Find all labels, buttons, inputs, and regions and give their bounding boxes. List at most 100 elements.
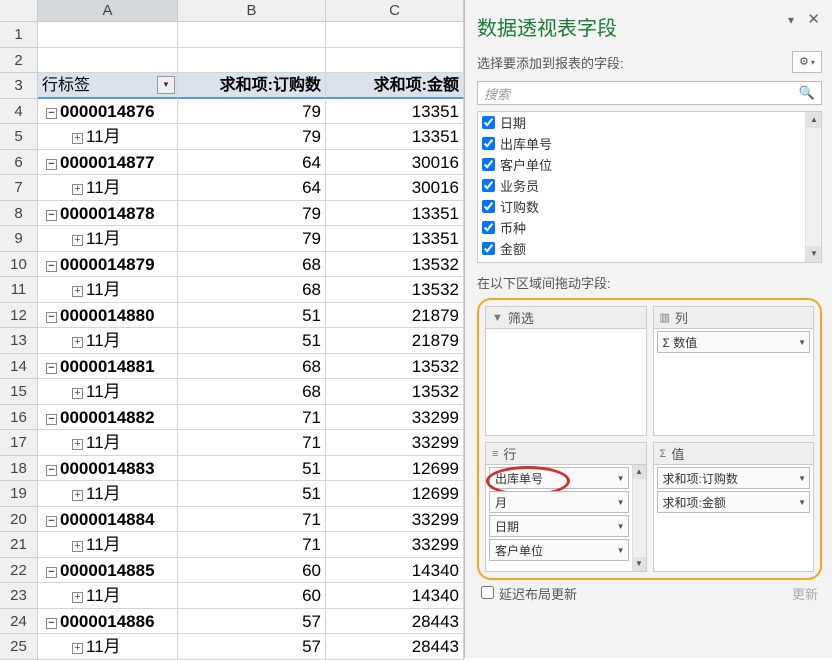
pivot-value-cell[interactable]: 68 bbox=[178, 354, 326, 380]
expand-icon[interactable]: + bbox=[72, 337, 83, 348]
field-checkbox[interactable] bbox=[482, 137, 495, 150]
collapse-icon[interactable]: − bbox=[46, 516, 57, 527]
field-checkbox[interactable] bbox=[482, 158, 495, 171]
pivot-row-label[interactable]: −0000014876 bbox=[38, 99, 178, 125]
row-number[interactable]: 10 bbox=[0, 252, 38, 278]
field-item[interactable]: 币种 bbox=[478, 217, 821, 238]
pivot-value-cell[interactable]: 71 bbox=[178, 507, 326, 533]
pivot-value-cell[interactable]: 30016 bbox=[326, 175, 464, 201]
pivot-value-cell[interactable]: 12699 bbox=[326, 481, 464, 507]
gear-button[interactable]: ⚙ bbox=[792, 51, 822, 73]
row-number[interactable]: 11 bbox=[0, 277, 38, 303]
row-number[interactable]: 25 bbox=[0, 634, 38, 660]
field-checkbox[interactable] bbox=[482, 221, 495, 234]
collapse-icon[interactable]: − bbox=[46, 159, 57, 170]
expand-icon[interactable]: + bbox=[72, 235, 83, 246]
collapse-icon[interactable]: − bbox=[46, 465, 57, 476]
row-number[interactable]: 8 bbox=[0, 201, 38, 227]
pivot-value-cell[interactable]: 13532 bbox=[326, 277, 464, 303]
pivot-value-cell[interactable]: 13351 bbox=[326, 99, 464, 125]
row-number[interactable]: 22 bbox=[0, 558, 38, 584]
dropdown-icon[interactable]: ▼ bbox=[617, 546, 625, 555]
area-field-item[interactable]: 求和项:订购数▼ bbox=[657, 467, 811, 489]
field-checkbox[interactable] bbox=[482, 242, 495, 255]
pivot-row-label[interactable]: −0000014884 bbox=[38, 507, 178, 533]
pivot-value-cell[interactable]: 21879 bbox=[326, 328, 464, 354]
defer-checkbox[interactable]: 延迟布局更新 bbox=[481, 584, 577, 603]
rows-scrollbar[interactable]: ▲ ▼ bbox=[632, 465, 646, 571]
pivot-row-label[interactable]: −0000014878 bbox=[38, 201, 178, 227]
collapse-icon[interactable]: − bbox=[46, 414, 57, 425]
collapse-icon[interactable]: − bbox=[46, 261, 57, 272]
pivot-value-cell[interactable]: 60 bbox=[178, 583, 326, 609]
pivot-value-cell[interactable]: 71 bbox=[178, 405, 326, 431]
close-icon[interactable]: ✕ bbox=[807, 10, 820, 28]
pivot-value-cell[interactable]: 64 bbox=[178, 175, 326, 201]
row-number[interactable]: 20 bbox=[0, 507, 38, 533]
field-scrollbar[interactable]: ▲ ▼ bbox=[805, 112, 821, 262]
field-item[interactable]: 业务员 bbox=[478, 175, 821, 196]
row-number[interactable]: 19 bbox=[0, 481, 38, 507]
collapse-icon[interactable]: − bbox=[46, 618, 57, 629]
pivot-row-label[interactable]: +11月 bbox=[38, 430, 178, 456]
col-header-b[interactable]: B bbox=[178, 0, 326, 22]
pivot-value-cell[interactable]: 12699 bbox=[326, 456, 464, 482]
pivot-value-cell[interactable]: 33299 bbox=[326, 405, 464, 431]
values-area[interactable]: Σ值 求和项:订购数▼求和项:金额▼ bbox=[653, 442, 815, 572]
scroll-down-icon[interactable]: ▼ bbox=[806, 246, 822, 262]
pivot-value-cell[interactable]: 28443 bbox=[326, 609, 464, 635]
area-field-item[interactable]: 求和项:金额▼ bbox=[657, 491, 811, 513]
pivot-value-cell[interactable]: 33299 bbox=[326, 430, 464, 456]
pivot-row-label[interactable]: −0000014883 bbox=[38, 456, 178, 482]
cell[interactable] bbox=[326, 48, 464, 74]
scroll-down-icon[interactable]: ▼ bbox=[633, 557, 646, 571]
col-header-a[interactable]: A bbox=[38, 0, 178, 22]
pivot-value-cell[interactable]: 57 bbox=[178, 609, 326, 635]
expand-icon[interactable]: + bbox=[72, 643, 83, 654]
row-number[interactable]: 6 bbox=[0, 150, 38, 176]
pivot-value-cell[interactable]: 51 bbox=[178, 328, 326, 354]
pivot-row-label[interactable]: +11月 bbox=[38, 379, 178, 405]
expand-icon[interactable]: + bbox=[72, 133, 83, 144]
update-button[interactable]: 更新 bbox=[792, 584, 818, 603]
pivot-row-label[interactable]: −0000014882 bbox=[38, 405, 178, 431]
field-item[interactable]: 出库单号 bbox=[478, 133, 821, 154]
pivot-row-label[interactable]: +11月 bbox=[38, 634, 178, 660]
cell[interactable] bbox=[178, 48, 326, 74]
pivot-row-label[interactable]: +11月 bbox=[38, 583, 178, 609]
row-number[interactable]: 5 bbox=[0, 124, 38, 150]
pivot-value-cell[interactable]: 30016 bbox=[326, 150, 464, 176]
pivot-value-cell[interactable]: 71 bbox=[178, 430, 326, 456]
pivot-value-cell[interactable]: 79 bbox=[178, 99, 326, 125]
pivot-row-labels-header[interactable]: 行标签▼ bbox=[38, 73, 178, 99]
expand-icon[interactable]: + bbox=[72, 490, 83, 501]
row-number[interactable]: 16 bbox=[0, 405, 38, 431]
row-number[interactable]: 3 bbox=[0, 73, 38, 99]
pivot-value-cell[interactable]: 60 bbox=[178, 558, 326, 584]
pivot-value-cell[interactable]: 79 bbox=[178, 201, 326, 227]
pivot-value-cell[interactable]: 51 bbox=[178, 303, 326, 329]
scroll-up-icon[interactable]: ▲ bbox=[633, 465, 646, 479]
area-field-item[interactable]: 客户单位▼ bbox=[489, 539, 629, 561]
cell[interactable] bbox=[326, 22, 464, 48]
columns-area[interactable]: ▥列 Σ 数值▼ bbox=[653, 306, 815, 436]
pivot-value-cell[interactable]: 79 bbox=[178, 124, 326, 150]
area-field-item[interactable]: 出库单号▼ bbox=[489, 467, 629, 489]
pivot-row-label[interactable]: −0000014885 bbox=[38, 558, 178, 584]
pivot-value-cell[interactable]: 14340 bbox=[326, 558, 464, 584]
collapse-icon[interactable]: − bbox=[46, 363, 57, 374]
collapse-icon[interactable]: − bbox=[46, 108, 57, 119]
pivot-value-cell[interactable]: 64 bbox=[178, 150, 326, 176]
row-number[interactable]: 14 bbox=[0, 354, 38, 380]
dropdown-icon[interactable]: ▼ bbox=[617, 498, 625, 507]
pivot-value-cell[interactable]: 14340 bbox=[326, 583, 464, 609]
pivot-value-cell[interactable]: 57 bbox=[178, 634, 326, 660]
row-number[interactable]: 9 bbox=[0, 226, 38, 252]
pivot-row-label[interactable]: +11月 bbox=[38, 532, 178, 558]
pivot-row-label[interactable]: −0000014886 bbox=[38, 609, 178, 635]
pivot-value-cell[interactable]: 68 bbox=[178, 252, 326, 278]
expand-icon[interactable]: + bbox=[72, 439, 83, 450]
pivot-row-label[interactable]: −0000014877 bbox=[38, 150, 178, 176]
dropdown-icon[interactable]: ▼ bbox=[617, 522, 625, 531]
field-item[interactable]: 日期 bbox=[478, 112, 821, 133]
